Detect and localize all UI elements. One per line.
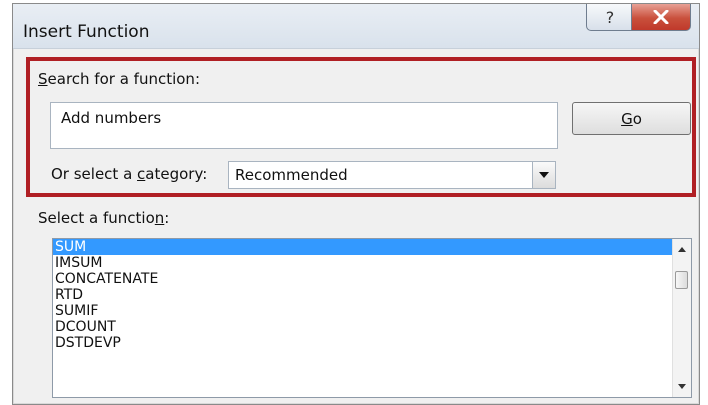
close-button[interactable] xyxy=(631,4,691,31)
scroll-up-icon xyxy=(678,247,686,252)
function-list-scrollbar[interactable] xyxy=(672,239,691,397)
function-list-item[interactable]: SUM xyxy=(53,239,672,255)
scroll-down-icon xyxy=(678,384,686,389)
dialog-title: Insert Function xyxy=(23,22,150,42)
function-list-item[interactable]: CONCATENATE xyxy=(53,271,672,287)
search-label-mnemonic: S xyxy=(38,70,48,88)
function-list[interactable]: SUM IMSUM CONCATENATE RTD SUMIF DCOUNT DSTDEVP xyxy=(52,238,692,398)
functions-label-text: : xyxy=(164,209,170,227)
go-label-text: o xyxy=(632,109,642,128)
category-dropdown-button[interactable] xyxy=(532,162,555,188)
category-selected-value: Recommended xyxy=(235,166,348,184)
go-button[interactable]: Go xyxy=(572,102,691,135)
function-list-item[interactable]: SUMIF xyxy=(53,303,672,319)
scrollbar-thumb[interactable] xyxy=(675,271,688,289)
category-label-text: ategory: xyxy=(145,165,208,183)
function-list-item[interactable]: DCOUNT xyxy=(53,319,672,335)
chevron-down-icon xyxy=(539,172,549,178)
scroll-up-button[interactable] xyxy=(673,241,691,258)
function-list-item[interactable]: DSTDEVP xyxy=(53,335,672,351)
help-button[interactable]: ? xyxy=(586,4,633,31)
functions-label-prefix: Select a functio xyxy=(38,209,155,227)
close-icon xyxy=(653,10,669,24)
function-list-item[interactable]: IMSUM xyxy=(53,255,672,271)
svg-text:?: ? xyxy=(605,8,614,26)
function-list-item[interactable]: RTD xyxy=(53,287,672,303)
category-label: Or select a category: xyxy=(51,165,207,183)
title-bar: Insert Function ? xyxy=(13,4,699,49)
functions-label-mnemonic: n xyxy=(154,209,165,227)
go-label-mnemonic: G xyxy=(621,109,633,128)
search-label: Search for a function: xyxy=(38,70,200,88)
search-input[interactable]: Add numbers xyxy=(50,102,558,149)
functions-label: Select a function: xyxy=(38,209,169,227)
insert-function-dialog: Insert Function ? Search for a function:… xyxy=(12,3,700,405)
category-label-prefix: Or select a xyxy=(51,165,138,183)
search-label-text: earch for a function: xyxy=(47,70,200,88)
help-icon: ? xyxy=(605,8,614,26)
scroll-down-button[interactable] xyxy=(673,378,691,395)
category-select[interactable]: Recommended xyxy=(228,161,556,189)
search-input-value: Add numbers xyxy=(61,109,162,127)
